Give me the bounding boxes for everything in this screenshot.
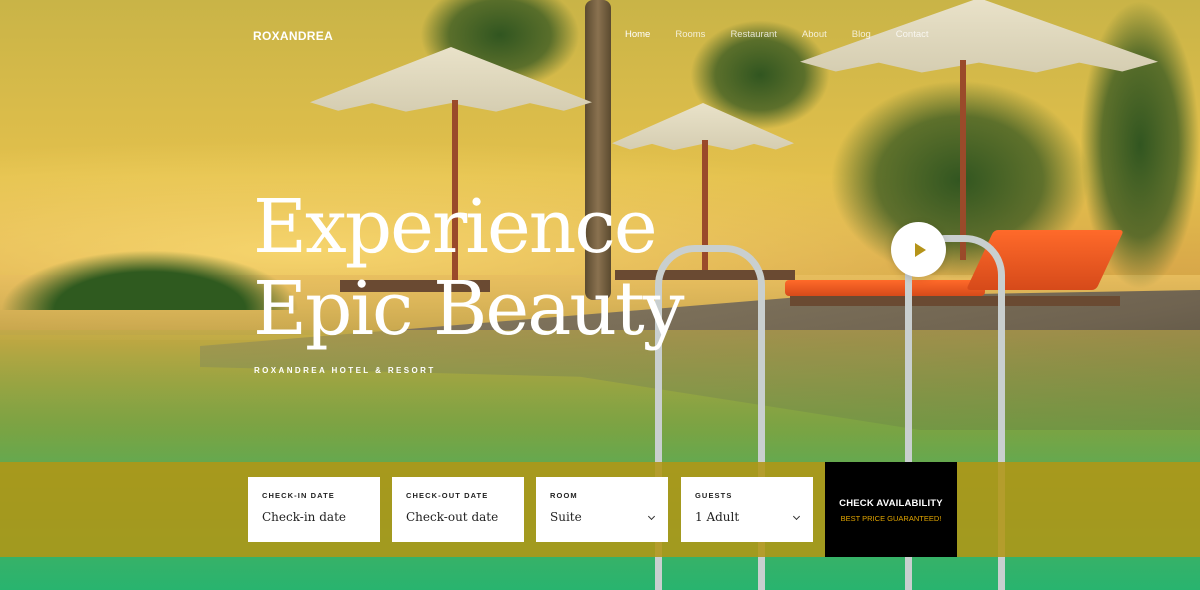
headline-line-2: Epic Beauty xyxy=(253,266,685,352)
check-availability-label: CHECK AVAILABILITY xyxy=(839,498,943,509)
play-icon xyxy=(914,242,926,257)
room-select[interactable]: ROOM Suite xyxy=(536,477,668,542)
nav-item-rooms[interactable]: Rooms xyxy=(675,29,705,40)
check-availability-button[interactable]: CHECK AVAILABILITY BEST PRICE GUARANTEED… xyxy=(825,462,957,557)
guests-label: GUESTS xyxy=(695,491,733,500)
nav-item-home[interactable]: Home xyxy=(625,29,650,40)
guests-value[interactable]: 1 Adult xyxy=(695,510,799,524)
checkout-label: CHECK-OUT DATE xyxy=(406,491,489,500)
room-value[interactable]: Suite xyxy=(550,510,654,524)
checkin-value[interactable]: Check-in date xyxy=(262,510,366,524)
checkout-date-field[interactable]: CHECK-OUT DATE Check-out date xyxy=(392,477,524,542)
nav-item-contact[interactable]: Contact xyxy=(896,29,929,40)
nav-item-restaurant[interactable]: Restaurant xyxy=(730,29,776,40)
guests-select[interactable]: GUESTS 1 Adult xyxy=(681,477,813,542)
hero-subheading: ROXANDREA HOTEL & RESORT xyxy=(254,366,436,375)
main-nav: Home Rooms Restaurant About Blog Contact xyxy=(625,29,954,40)
room-label: ROOM xyxy=(550,491,578,500)
brand-logo[interactable]: ROXANDREA xyxy=(253,29,333,43)
checkin-date-field[interactable]: CHECK-IN DATE Check-in date xyxy=(248,477,380,542)
play-video-button[interactable] xyxy=(891,222,946,277)
checkin-label: CHECK-IN DATE xyxy=(262,491,335,500)
hero-headline: Experience Epic Beauty xyxy=(253,184,685,352)
best-price-label: BEST PRICE GUARANTEED! xyxy=(840,514,942,523)
checkout-value[interactable]: Check-out date xyxy=(406,510,510,524)
nav-item-about[interactable]: About xyxy=(802,29,827,40)
umbrella-pole xyxy=(960,60,966,260)
nav-item-blog[interactable]: Blog xyxy=(852,29,871,40)
headline-line-1: Experience xyxy=(253,184,658,270)
